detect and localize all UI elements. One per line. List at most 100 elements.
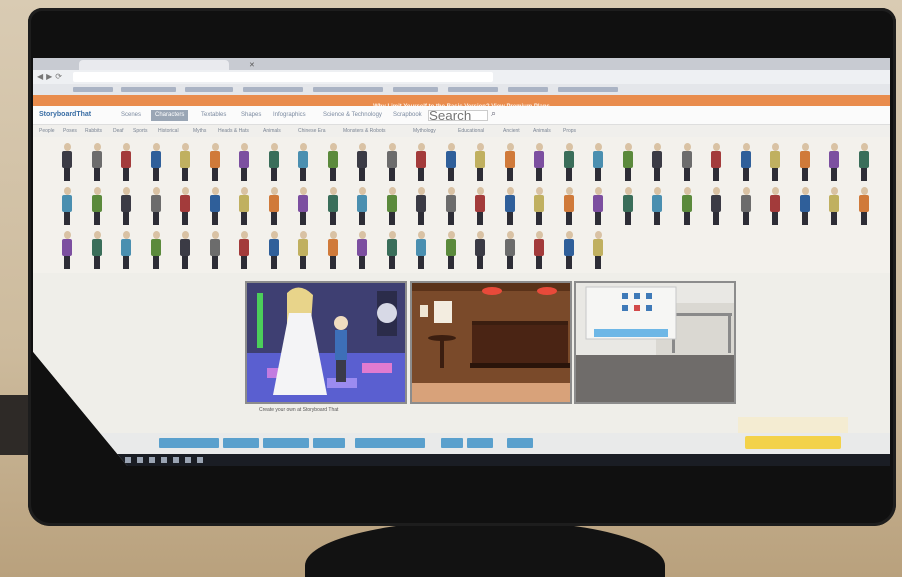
- nav-item-textables[interactable]: Textables: [201, 112, 226, 118]
- character-thumbnail[interactable]: [828, 187, 840, 227]
- character-thumbnail[interactable]: [179, 187, 191, 227]
- category-item[interactable]: Mythology: [413, 128, 436, 134]
- character-thumbnail[interactable]: [386, 231, 398, 271]
- character-thumbnail[interactable]: [681, 143, 693, 183]
- category-item[interactable]: Heads & Hats: [218, 128, 249, 134]
- category-item[interactable]: Myths: [193, 128, 206, 134]
- character-thumbnail[interactable]: [91, 231, 103, 271]
- character-thumbnail[interactable]: [533, 143, 545, 183]
- taskbar-app-icon[interactable]: [197, 457, 203, 463]
- character-thumbnail[interactable]: [828, 143, 840, 183]
- character-thumbnail[interactable]: [858, 143, 870, 183]
- category-item[interactable]: Sports: [133, 128, 147, 134]
- storyboard-cell-1[interactable]: [245, 281, 407, 404]
- character-thumbnail[interactable]: [504, 231, 516, 271]
- bookmark-item[interactable]: [121, 87, 176, 92]
- character-thumbnail[interactable]: [120, 187, 132, 227]
- nav-item-science[interactable]: Science & Technology: [323, 112, 382, 118]
- category-item[interactable]: Animals: [533, 128, 551, 134]
- nav-item-shapes[interactable]: Shapes: [241, 112, 261, 118]
- taskbar-app-icon[interactable]: [149, 457, 155, 463]
- character-thumbnail[interactable]: [268, 143, 280, 183]
- character-thumbnail[interactable]: [799, 143, 811, 183]
- character-thumbnail[interactable]: [386, 143, 398, 183]
- character-thumbnail[interactable]: [769, 143, 781, 183]
- nav-item-scrapbook[interactable]: Scrapbook: [393, 112, 422, 118]
- bookmark-item[interactable]: [448, 87, 498, 92]
- character-thumbnail[interactable]: [179, 231, 191, 271]
- character-thumbnail[interactable]: [740, 187, 752, 227]
- character-thumbnail[interactable]: [533, 231, 545, 271]
- character-thumbnail[interactable]: [386, 187, 398, 227]
- character-thumbnail[interactable]: [415, 143, 427, 183]
- bookmark-item[interactable]: [393, 87, 438, 92]
- category-item[interactable]: Deaf: [113, 128, 124, 134]
- character-thumbnail[interactable]: [474, 231, 486, 271]
- character-thumbnail[interactable]: [415, 231, 427, 271]
- character-thumbnail[interactable]: [327, 231, 339, 271]
- character-thumbnail[interactable]: [563, 231, 575, 271]
- character-thumbnail[interactable]: [327, 143, 339, 183]
- character-thumbnail[interactable]: [681, 187, 693, 227]
- character-thumbnail[interactable]: [150, 231, 162, 271]
- character-thumbnail[interactable]: [209, 187, 221, 227]
- character-thumbnail[interactable]: [622, 187, 634, 227]
- character-thumbnail[interactable]: [297, 187, 309, 227]
- character-thumbnail[interactable]: [297, 143, 309, 183]
- character-thumbnail[interactable]: [61, 143, 73, 183]
- character-thumbnail[interactable]: [91, 187, 103, 227]
- search-icon[interactable]: ⌕: [491, 108, 496, 119]
- character-thumbnail[interactable]: [651, 143, 663, 183]
- character-thumbnail[interactable]: [61, 187, 73, 227]
- category-item[interactable]: Poses: [63, 128, 77, 134]
- character-thumbnail[interactable]: [563, 187, 575, 227]
- character-thumbnail[interactable]: [474, 143, 486, 183]
- premium-banner[interactable]: Why Limit Yourself to the Basic Version?…: [33, 95, 890, 110]
- character-thumbnail[interactable]: [563, 143, 575, 183]
- character-thumbnail[interactable]: [268, 187, 280, 227]
- category-item[interactable]: Chinese Era: [298, 128, 326, 134]
- taskbar-app-icon[interactable]: [161, 457, 167, 463]
- bookmark-item[interactable]: [558, 87, 618, 92]
- toolbar-button[interactable]: [159, 438, 219, 448]
- character-thumbnail[interactable]: [710, 143, 722, 183]
- bookmark-item[interactable]: [185, 87, 233, 92]
- character-thumbnail[interactable]: [592, 143, 604, 183]
- search-input[interactable]: [428, 110, 488, 121]
- character-thumbnail[interactable]: [297, 231, 309, 271]
- character-thumbnail[interactable]: [356, 187, 368, 227]
- character-thumbnail[interactable]: [209, 231, 221, 271]
- bookmark-item[interactable]: [73, 87, 113, 92]
- storyboard-cell-2[interactable]: [410, 281, 572, 404]
- nav-item-infographics[interactable]: Infographics: [273, 112, 306, 118]
- category-item[interactable]: Historical: [158, 128, 179, 134]
- category-item[interactable]: People: [39, 128, 55, 134]
- category-item[interactable]: Monsters & Robots: [343, 128, 386, 134]
- category-item[interactable]: Props: [563, 128, 576, 134]
- nav-item-characters[interactable]: Characters: [151, 110, 189, 121]
- category-item[interactable]: Educational: [458, 128, 484, 134]
- taskbar-app-icon[interactable]: [137, 457, 143, 463]
- character-thumbnail[interactable]: [504, 187, 516, 227]
- character-thumbnail[interactable]: [799, 187, 811, 227]
- character-thumbnail[interactable]: [179, 143, 191, 183]
- character-thumbnail[interactable]: [415, 187, 427, 227]
- character-thumbnail[interactable]: [651, 187, 663, 227]
- character-thumbnail[interactable]: [356, 143, 368, 183]
- taskbar-app-icon[interactable]: [173, 457, 179, 463]
- bookmark-item[interactable]: [243, 87, 303, 92]
- browser-tab[interactable]: ✕: [79, 60, 255, 70]
- character-thumbnail[interactable]: [445, 143, 457, 183]
- character-thumbnail[interactable]: [209, 143, 221, 183]
- back-forward-icon[interactable]: ◀▶⟳: [37, 72, 65, 81]
- url-field[interactable]: [73, 72, 493, 82]
- category-item[interactable]: Rabbits: [85, 128, 102, 134]
- toolbar-button[interactable]: [355, 438, 425, 448]
- character-thumbnail[interactable]: [710, 187, 722, 227]
- character-thumbnail[interactable]: [356, 231, 368, 271]
- nav-item-scenes[interactable]: Scenes: [121, 112, 141, 118]
- toolbar-button[interactable]: [223, 438, 259, 448]
- bookmark-item[interactable]: [508, 87, 548, 92]
- character-thumbnail[interactable]: [150, 143, 162, 183]
- category-item[interactable]: Animals: [263, 128, 281, 134]
